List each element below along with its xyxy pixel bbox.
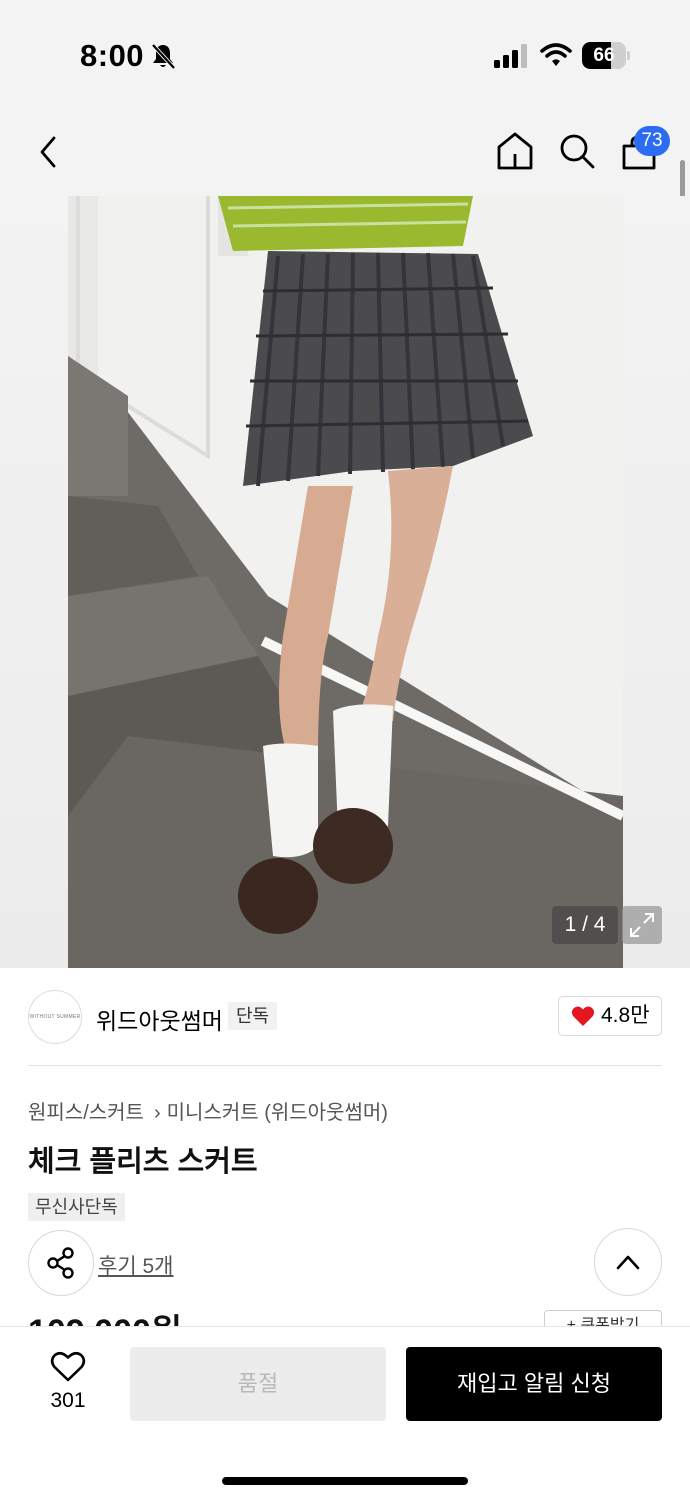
heart-filled-icon	[571, 1006, 595, 1026]
chevron-up-icon	[616, 1255, 640, 1270]
brand-row: WITHOUT SUMMER 위드아웃썸머 단독 4.8만	[0, 968, 690, 1066]
cart-count-badge[interactable]: 73	[634, 126, 670, 156]
brand-like-count: 4.8만	[601, 1004, 650, 1027]
signal-icon	[494, 44, 527, 68]
breadcrumb-subcategory[interactable]: 미니스커트 (위드아웃썸머)	[167, 1102, 388, 1124]
wifi-icon	[540, 43, 572, 66]
scroll-to-top-button[interactable]	[594, 1228, 662, 1296]
brand-exclusive-tag: 단독	[228, 1002, 278, 1030]
photo-counter: 1 / 4	[552, 906, 618, 944]
coupon-button[interactable]: + 쿠폰받기	[544, 1310, 662, 1326]
bell-off-icon	[151, 43, 176, 70]
share-icon	[47, 1247, 74, 1279]
bottom-purchase-bar: 301 품절 재입고 알림 신청	[0, 1326, 690, 1500]
share-button[interactable]	[28, 1230, 94, 1296]
brand-name[interactable]: 위드아웃썸머	[96, 1002, 223, 1036]
search-icon[interactable]	[557, 130, 597, 172]
back-icon[interactable]	[36, 134, 62, 170]
product-photo-illustration	[68, 196, 623, 968]
restock-alert-button[interactable]: 재입고 알림 신청	[406, 1347, 662, 1421]
breadcrumb: 원피스/스커트 › 미니스커트 (위드아웃썸머)	[28, 1096, 388, 1125]
product-image-gallery[interactable]: 1 / 4	[0, 196, 690, 968]
wishlist-count: 301	[50, 1389, 86, 1412]
divider	[28, 1065, 662, 1066]
brand-like-button[interactable]: 4.8만	[558, 996, 662, 1036]
status-bar: 8:00 66	[0, 0, 690, 110]
battery-body: 66	[582, 42, 626, 69]
battery-cap	[627, 51, 630, 60]
product-photo[interactable]	[68, 196, 623, 968]
breadcrumb-category[interactable]: 원피스/스커트	[28, 1102, 144, 1124]
home-indicator[interactable]	[222, 1477, 468, 1485]
chevron-right-icon: ›	[153, 1102, 161, 1124]
home-icon[interactable]	[495, 130, 535, 172]
top-nav-bar	[0, 110, 690, 196]
battery-percent: 66	[593, 45, 615, 66]
product-price: 109,000원	[28, 1312, 182, 1326]
musinsa-exclusive-tag: 무신사단독	[28, 1193, 125, 1221]
brand-logo[interactable]: WITHOUT SUMMER	[28, 990, 82, 1044]
review-link[interactable]: 후기 5개	[98, 1250, 173, 1280]
expand-image-button[interactable]	[622, 906, 662, 944]
heart-outline-icon[interactable]	[50, 1351, 86, 1383]
expand-icon	[630, 913, 654, 937]
battery-indicator: 66	[582, 42, 630, 69]
status-time: 8:00	[80, 38, 145, 73]
product-title: 체크 플리츠 스커트	[28, 1146, 258, 1178]
soldout-button[interactable]: 품절	[130, 1347, 386, 1421]
